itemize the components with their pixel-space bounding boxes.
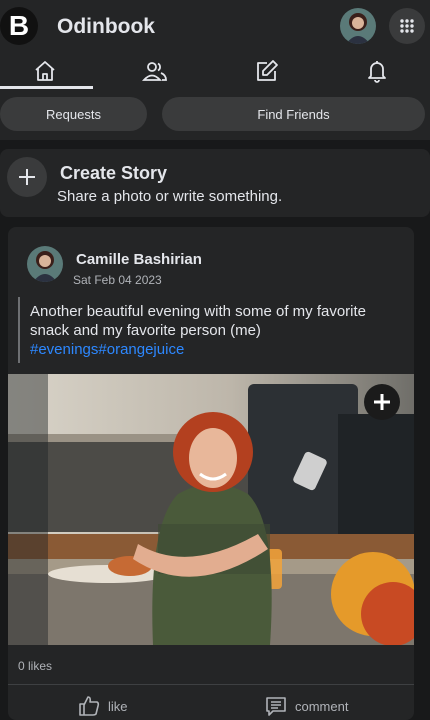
plus-icon <box>374 394 390 410</box>
post-photo <box>8 374 414 645</box>
likes-count[interactable]: 0 likes <box>18 659 52 673</box>
tab-home[interactable] <box>0 52 90 90</box>
like-button[interactable]: like <box>78 694 128 718</box>
post-hashtags[interactable]: #evenings#orangejuice <box>30 341 184 358</box>
post-author-name[interactable]: Camille Bashirian <box>76 251 202 268</box>
plus-icon <box>19 169 35 185</box>
create-story-button[interactable] <box>7 157 47 197</box>
app-logo[interactable]: B <box>0 7 38 45</box>
post-author-avatar[interactable] <box>27 246 63 282</box>
thumbs-up-icon <box>79 696 100 716</box>
app-name: Odinbook <box>57 15 155 38</box>
tab-friends[interactable] <box>110 52 200 90</box>
home-icon <box>35 61 55 81</box>
find-friends-button[interactable]: Find Friends <box>162 97 425 131</box>
create-story-title: Create Story <box>60 163 168 183</box>
post-text-border <box>18 297 20 363</box>
tab-notifications[interactable] <box>332 52 422 90</box>
active-tab-indicator <box>0 86 93 89</box>
tab-create-post[interactable] <box>222 52 312 90</box>
comment-button[interactable]: comment <box>265 694 348 718</box>
post-divider <box>8 684 414 685</box>
requests-button[interactable]: Requests <box>0 97 147 131</box>
bell-icon <box>368 61 386 83</box>
comment-label: comment <box>295 698 349 714</box>
friends-icon <box>141 62 167 81</box>
post-date: Sat Feb 04 2023 <box>73 273 162 287</box>
edit-icon <box>257 60 278 81</box>
create-story-subtitle: Share a photo or write something. <box>57 188 283 205</box>
profile-avatar[interactable] <box>340 8 376 44</box>
grid-menu-button[interactable] <box>389 8 425 44</box>
post-text: Another beautiful evening with some of m… <box>30 303 367 339</box>
author-avatar-image <box>27 246 63 282</box>
like-label: like <box>108 698 128 714</box>
post-image[interactable] <box>8 374 414 645</box>
photo-add-button[interactable] <box>364 384 400 420</box>
profile-avatar-image <box>340 8 376 44</box>
grid-menu-icon <box>400 19 414 33</box>
comment-icon <box>266 697 286 716</box>
